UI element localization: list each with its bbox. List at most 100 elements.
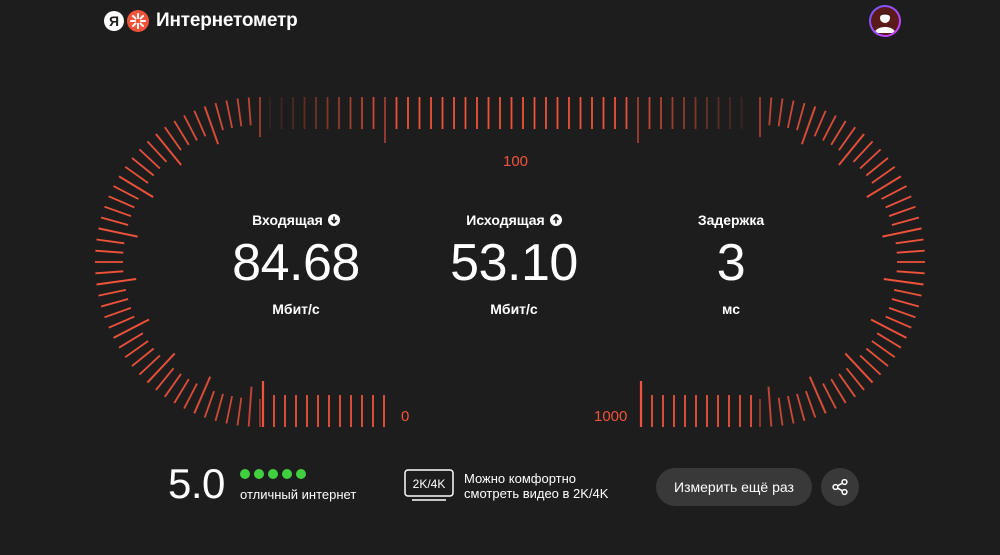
gauge-tick (777, 98, 784, 127)
gauge-tick (891, 216, 920, 226)
gauge-tick (225, 395, 233, 424)
gauge-tick (96, 238, 125, 245)
gauge-tick (95, 270, 124, 275)
rating-dot (268, 469, 278, 479)
video-quality-badge: 2K/4K (413, 477, 446, 491)
gauge-tick (214, 102, 224, 131)
download-label: Входящая (252, 212, 323, 228)
download-value: 84.68 (232, 234, 360, 292)
gauge-tick (822, 115, 837, 141)
rating-dots (240, 469, 306, 479)
download-unit: Мбит/с (272, 301, 320, 317)
gauge-tick (131, 157, 155, 177)
gauge-tick (870, 318, 907, 339)
internetometer-logo-icon (127, 10, 149, 32)
gauge-tick (131, 347, 155, 367)
gauge-tick (100, 216, 129, 226)
scale-label-100: 100 (503, 153, 529, 170)
gauge-tick (104, 307, 132, 319)
scale-label-1000: 1000 (594, 408, 628, 425)
app-title: Интернетометр (156, 10, 298, 31)
gauge-tick (193, 110, 207, 137)
gauge-tick (247, 97, 252, 126)
gauge-tick (881, 185, 907, 200)
upload-unit: Мбит/с (490, 301, 538, 317)
gauge-tick (838, 373, 856, 398)
gauge-tick (768, 97, 773, 126)
download-metric: Входящая 84.68 Мбит/с (196, 211, 396, 317)
latency-unit: мс (722, 301, 740, 317)
gauge-tick (830, 120, 847, 146)
gauge-tick (885, 195, 912, 209)
download-icon (327, 214, 340, 226)
gauge-tick (830, 378, 847, 404)
gauge-tick (98, 227, 138, 238)
gauge-tick (155, 367, 175, 391)
gauge-tick (865, 347, 889, 367)
rating-dot (296, 469, 306, 479)
gauge-tick (96, 278, 137, 286)
gauge-tick (113, 185, 139, 200)
latency-label: Задержка (697, 212, 765, 228)
gauge-tick (146, 140, 168, 163)
gauge-tick (155, 133, 182, 166)
gauge-tick (787, 395, 795, 424)
gauge-tick (777, 397, 784, 426)
gauge-tick (888, 205, 916, 217)
brand[interactable]: Я Интернетометр (104, 10, 298, 32)
share-icon (832, 478, 848, 496)
rating-text: отличный интернет (240, 487, 357, 502)
gauge-tick (173, 120, 190, 146)
gauge-tick (193, 376, 212, 414)
upload-label: Исходящая (466, 212, 545, 228)
gauge-tick (871, 340, 896, 358)
gauge-tick (866, 175, 902, 198)
upload-metric: Исходящая 53.10 Мбит/с (414, 211, 614, 317)
gauge-tick (808, 376, 827, 414)
upload-icon (549, 214, 562, 226)
gauge-tick (138, 148, 161, 170)
gauge-tick (876, 332, 902, 349)
upload-value: 53.10 (450, 234, 578, 292)
gauge-tick (183, 115, 198, 141)
gauge-tick (236, 98, 243, 127)
gauge-tick (95, 249, 124, 254)
gauge-tick (888, 307, 916, 319)
gauge-tick (100, 298, 129, 308)
gauge-tick (896, 270, 925, 275)
gauge-tick (164, 373, 182, 398)
gauge-tick (896, 249, 925, 254)
gauge-tick (203, 106, 220, 145)
video-quality-line1: Можно комфортно (464, 471, 577, 486)
gauge-tick (838, 126, 856, 151)
gauge-tick (214, 393, 224, 422)
gauge-tick (104, 205, 132, 217)
gauge-tick (800, 106, 817, 145)
gauge-tick (859, 354, 882, 376)
rating-dot (282, 469, 292, 479)
gauge-tick (852, 140, 874, 163)
gauge-tick (891, 298, 920, 308)
gauge-tick (108, 195, 135, 209)
gauge-tick (844, 352, 874, 384)
gauge-tick (118, 175, 154, 198)
gauge-tick (108, 315, 135, 329)
gauge-tick (796, 393, 806, 422)
gauge-tick (882, 227, 922, 238)
gauge-tick (124, 340, 149, 358)
latency-metric: Задержка 3 мс (631, 211, 831, 317)
gauge-tick (895, 238, 924, 245)
gauge-tick (787, 100, 795, 129)
video-quality-line2: смотреть видео в 2K/4K (464, 486, 609, 501)
video-quality-icon: 2K/4K (404, 469, 454, 508)
user-avatar[interactable] (869, 5, 901, 37)
gauge-tick (796, 102, 806, 131)
gauge-tick (146, 352, 176, 384)
gauge-tick (813, 110, 827, 137)
gauge-tick (164, 126, 182, 151)
user-avatar-icon (871, 7, 899, 35)
gauge-tick (124, 166, 149, 184)
retry-button[interactable]: Измерить ещё раз (656, 468, 812, 506)
share-button[interactable] (821, 468, 859, 506)
yandex-logo: Я (104, 11, 124, 31)
